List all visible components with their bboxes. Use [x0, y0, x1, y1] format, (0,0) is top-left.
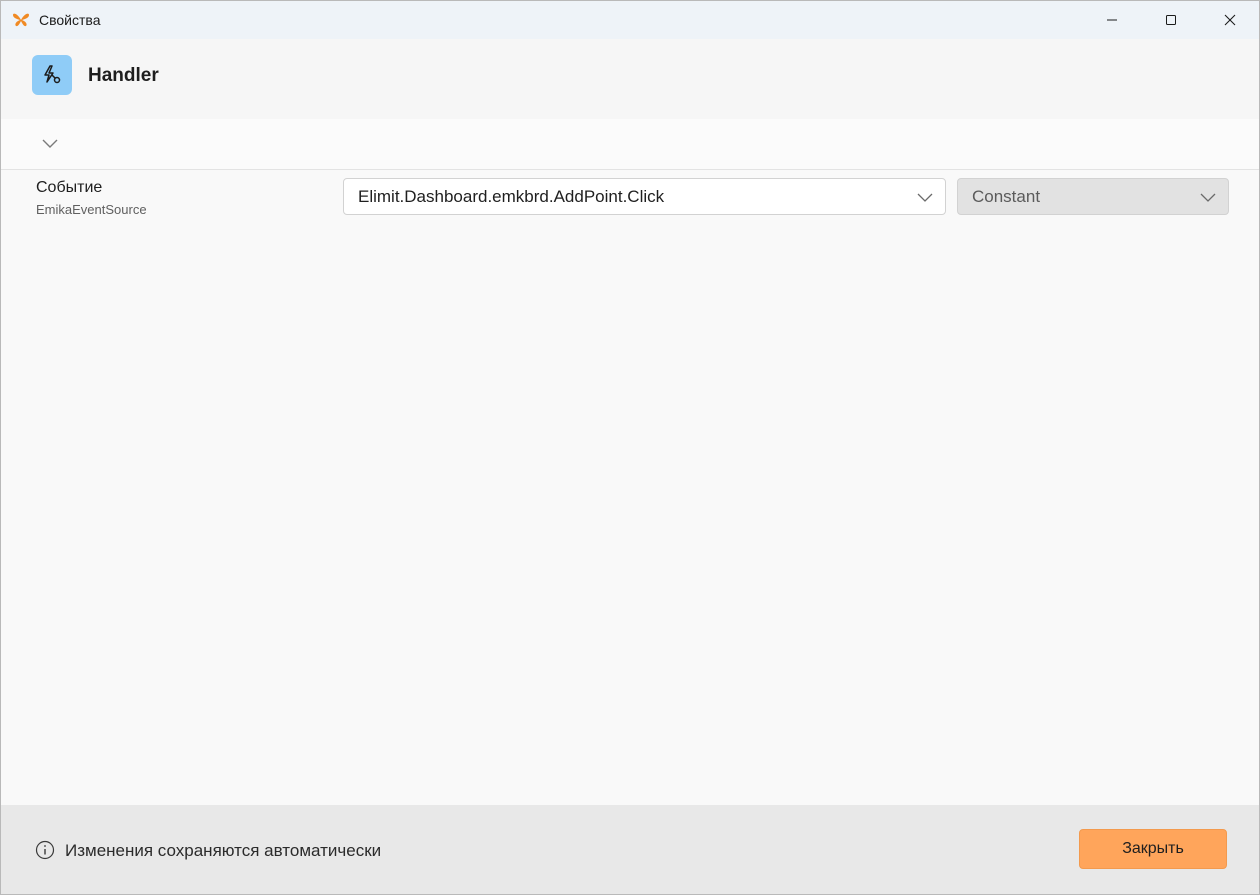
dialog-header: Handler: [1, 39, 1259, 119]
source-kind-value: Constant: [972, 186, 1041, 206]
dialog-footer: Изменения сохраняются автоматически Закр…: [1, 805, 1259, 894]
autosave-notice: Изменения сохраняются автоматически: [65, 841, 382, 860]
maximize-button[interactable]: [1141, 1, 1200, 39]
handler-event-icon: [32, 55, 72, 95]
close-window-button[interactable]: [1200, 1, 1259, 39]
close-icon: [1224, 14, 1235, 26]
properties-window: Свойства Handler Событие EmikaEventSourc…: [0, 0, 1260, 895]
chevron-down-icon: [1200, 193, 1216, 202]
minimize-button[interactable]: [1082, 1, 1141, 39]
property-label: Событие: [36, 179, 103, 196]
window-title: Свойства: [39, 12, 101, 28]
source-kind-select[interactable]: Constant: [957, 178, 1229, 215]
page-title: Handler: [88, 65, 159, 86]
butterfly-logo-icon: [12, 11, 30, 29]
event-select-value: Elimit.Dashboard.emkbrd.AddPoint.Click: [358, 186, 665, 206]
info-icon: [35, 840, 55, 860]
minimize-icon: [1106, 19, 1117, 21]
title-bar[interactable]: Свойства: [1, 1, 1259, 39]
chevron-down-icon: [917, 193, 933, 202]
maximize-icon: [1165, 15, 1176, 25]
event-select[interactable]: Elimit.Dashboard.emkbrd.AddPoint.Click: [343, 178, 946, 215]
window-controls: [1082, 1, 1259, 39]
close-button[interactable]: Закрыть: [1079, 829, 1227, 869]
property-sublabel: EmikaEventSource: [36, 202, 147, 217]
chevron-down-icon[interactable]: [41, 137, 59, 149]
section-collapse-row: [1, 119, 1259, 170]
